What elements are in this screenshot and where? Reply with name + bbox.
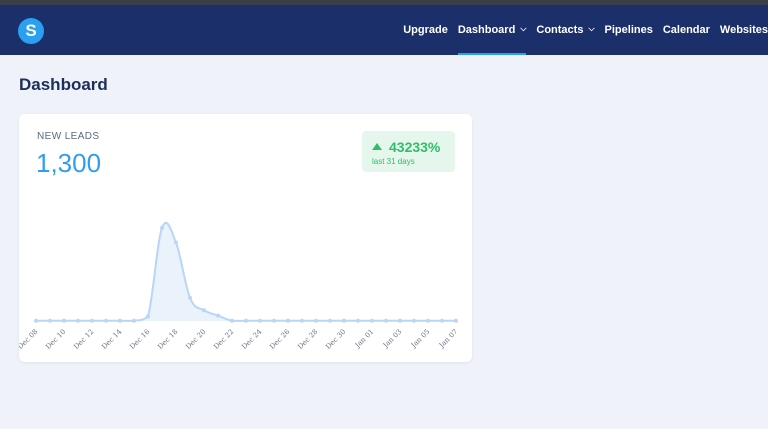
chart-point[interactable] — [440, 318, 444, 323]
chart-point[interactable] — [132, 318, 136, 323]
x-tick-label: Jan 05 — [409, 328, 431, 350]
x-tick-label: Dec 10 — [44, 328, 67, 351]
chart-area-fill — [36, 222, 456, 321]
chart-point[interactable] — [314, 318, 318, 323]
x-tick-label: Dec 12 — [72, 328, 95, 351]
nav-pipelines-label: Pipelines — [604, 24, 653, 36]
x-tick-label: Dec 26 — [268, 327, 292, 351]
chart-point[interactable] — [188, 295, 192, 300]
chart-point[interactable] — [174, 240, 178, 245]
nav-calendar[interactable]: Calendar — [663, 5, 710, 55]
x-tick-label: Jan 01 — [353, 328, 375, 350]
leads-chart: Dec 08 Dec 10 Dec 12 Dec 14 Dec 16 Dec 18 Dec … — [19, 221, 459, 351]
x-tick-label: Dec 28 — [296, 328, 319, 351]
chart-point[interactable] — [384, 318, 388, 323]
nav-websites[interactable]: Websites — [720, 5, 768, 55]
x-tick-label: Dec 18 — [156, 328, 179, 351]
chart-point[interactable] — [202, 308, 206, 313]
chart-point[interactable] — [104, 318, 108, 323]
x-tick-label: Dec 30 — [324, 328, 347, 351]
chart-point[interactable] — [230, 318, 234, 323]
chart-point[interactable] — [300, 318, 304, 323]
chart-point[interactable] — [62, 318, 66, 323]
top-navbar: S Upgrade Dashboard ⌵ Contacts ⌵ Pipelin… — [0, 5, 768, 55]
chart-point[interactable] — [398, 318, 402, 323]
chart-point[interactable] — [412, 318, 416, 323]
chart-point[interactable] — [426, 318, 430, 323]
chart-point[interactable] — [272, 318, 276, 323]
nav-pipelines[interactable]: Pipelines — [605, 5, 653, 55]
nav-dashboard[interactable]: Dashboard ⌵ — [457, 5, 527, 55]
chart-point[interactable] — [76, 318, 80, 323]
chart-point[interactable] — [90, 318, 94, 323]
chart-point[interactable] — [48, 318, 52, 323]
chevron-down-icon: ⌵ — [520, 24, 527, 33]
nav-websites-label: Websites — [719, 24, 768, 36]
x-tick-label: Jan 07 — [437, 328, 459, 350]
x-tick-label: Jan 03 — [381, 328, 403, 350]
nav-contacts-label: Contacts — [536, 24, 584, 36]
chart-point[interactable] — [216, 313, 220, 318]
chart-point[interactable] — [146, 314, 150, 319]
main-nav: Upgrade Dashboard ⌵ Contacts ⌵ Pipelines… — [393, 5, 768, 55]
nav-calendar-label: Calendar — [662, 24, 710, 36]
chart-point[interactable] — [118, 318, 122, 323]
chart-point[interactable] — [286, 318, 290, 323]
nav-contacts[interactable]: Contacts ⌵ — [536, 5, 594, 55]
chart-point[interactable] — [370, 318, 374, 323]
nav-dashboard-label: Dashboard — [457, 24, 516, 36]
logo-icon[interactable]: S — [18, 18, 44, 44]
chart-point[interactable] — [328, 318, 332, 323]
new-leads-card: NEW LEADS 1,300 43233% last 31 days Dec … — [19, 114, 472, 362]
page-title: Dashboard — [19, 75, 108, 94]
chevron-down-icon: ⌵ — [588, 24, 595, 33]
chart-point[interactable] — [342, 318, 346, 323]
chart-point[interactable] — [34, 318, 38, 323]
chart-point[interactable] — [356, 318, 360, 323]
x-tick-label: Dec 20 — [184, 328, 207, 351]
x-tick-label: Dec 08 — [19, 328, 39, 351]
x-tick-label: Dec 24 — [240, 327, 264, 351]
chart-series-line — [36, 221, 456, 322]
chart-point[interactable] — [244, 318, 248, 323]
x-tick-label: Dec 14 — [100, 327, 124, 351]
chart-point[interactable] — [258, 318, 262, 323]
nav-upgrade[interactable]: Upgrade — [403, 5, 448, 55]
x-tick-label: Dec 22 — [212, 328, 235, 351]
x-tick-label: Dec 16 — [128, 327, 152, 351]
chart-point[interactable] — [160, 225, 164, 230]
nav-upgrade-label: Upgrade — [403, 24, 448, 36]
chart-point[interactable] — [454, 318, 458, 323]
